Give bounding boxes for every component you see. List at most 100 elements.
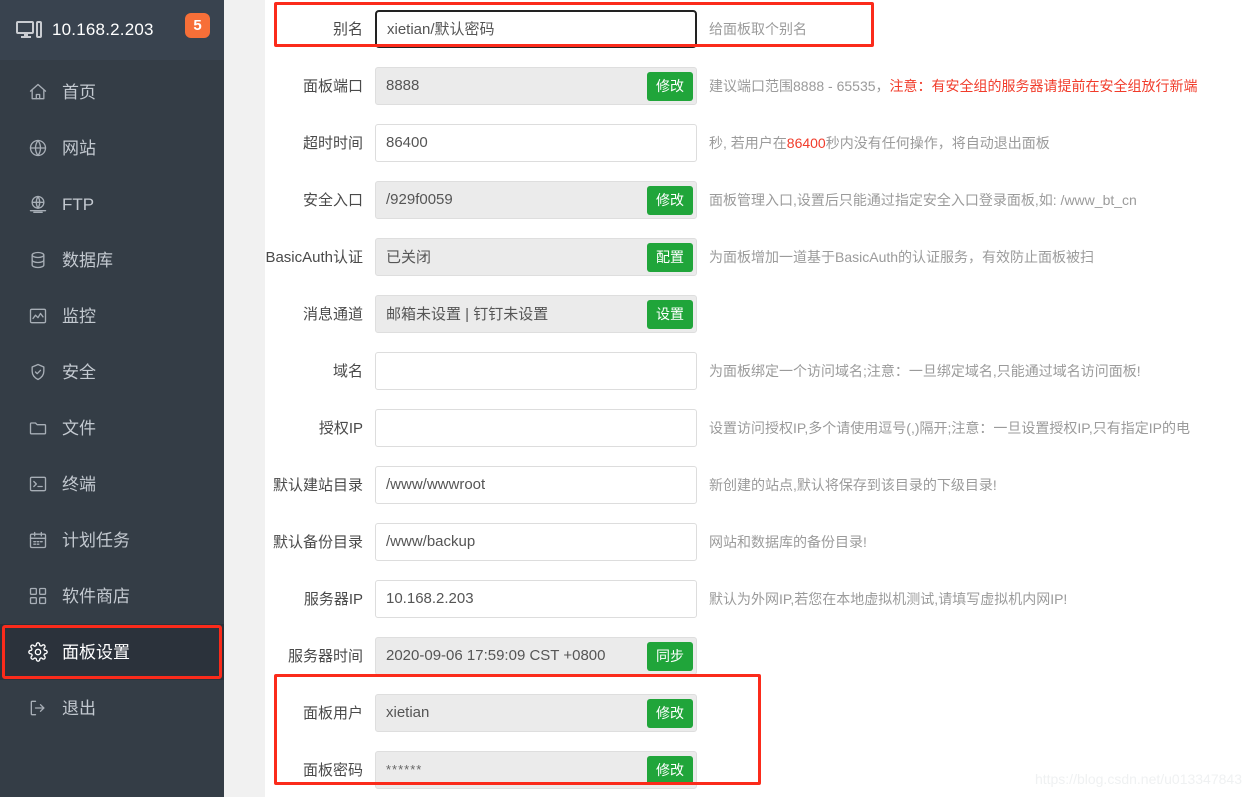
field-value: 2020-09-06 17:59:09 CST +0800: [386, 647, 606, 664]
field-action-button[interactable]: 同步: [647, 641, 693, 671]
sidebar-item-9[interactable]: 软件商店: [0, 568, 224, 624]
field-label: 超时时间: [302, 135, 363, 152]
field-input[interactable]: ****** 修改: [375, 750, 697, 789]
field-value: 8888: [386, 77, 420, 94]
field-label: 服务器IP: [303, 591, 363, 608]
field-label: 默认备份目录: [272, 534, 363, 551]
field-action-button[interactable]: 修改: [647, 71, 693, 101]
hint-text-a: 秒, 若用户在: [709, 134, 787, 151]
sidebar-item-label: 文件: [62, 418, 96, 438]
field-input[interactable]: /929f0059 修改: [375, 180, 697, 219]
field-action-button[interactable]: 修改: [647, 698, 693, 728]
monitor-tower-icon: [16, 20, 42, 40]
watermark-text: https://blog.csdn.net/u013347843: [1034, 771, 1242, 787]
globe-icon: [27, 137, 49, 159]
sidebar-item-label: 监控: [62, 306, 96, 326]
form-row-11: 服务器时间 2020-09-06 17:59:09 CST +0800 同步: [265, 627, 1254, 684]
sidebar-item-label: 数据库: [62, 250, 113, 270]
sidebar-item-label: FTP: [62, 194, 95, 214]
app-root: 10.168.2.203 5 首页网站 FTP 数据库监控安全文件终端计划任务软件商…: [0, 0, 1254, 797]
sidebar-item-4[interactable]: 监控: [0, 288, 224, 344]
database-icon: [27, 249, 49, 271]
field-input[interactable]: /www/wwwroot: [375, 465, 697, 504]
field-label: 面板密码: [302, 762, 363, 779]
sidebar-item-2[interactable]: FTP: [0, 176, 224, 232]
field-action-button[interactable]: 设置: [647, 299, 693, 329]
form-row-13: 面板密码 ****** 修改: [265, 741, 1254, 797]
field-input[interactable]: 已关闭 配置: [375, 237, 697, 276]
field-value: /www/wwwroot: [386, 476, 486, 493]
field-hint: 默认为外网IP,若您在本地虚拟机测试,请填写虚拟机内网IP!: [709, 589, 1254, 609]
sidebar-item-3[interactable]: 数据库: [0, 232, 224, 288]
field-input[interactable]: [375, 408, 697, 447]
sidebar-item-6[interactable]: 文件: [0, 400, 224, 456]
field-input[interactable]: 邮箱未设置 | 钉钉未设置 设置: [375, 294, 697, 333]
field-value: xietian: [386, 704, 430, 721]
field-label: 面板端口: [302, 78, 363, 95]
terminal-icon: [27, 473, 49, 495]
field-input[interactable]: 86400: [375, 123, 697, 162]
field-label: 服务器时间: [287, 648, 363, 665]
form-row-3: 安全入口/929f0059 修改 面板管理入口,设置后只能通过指定安全入口登录面板,…: [265, 171, 1254, 228]
content-gutter: [224, 0, 265, 797]
field-hint: 面板管理入口,设置后只能通过指定安全入口登录面板,如: /www_bt_cn: [709, 190, 1254, 210]
field-input[interactable]: 10.168.2.203: [375, 579, 697, 618]
sidebar-item-8[interactable]: 计划任务: [0, 512, 224, 568]
hint-text-b: 秒内没有任何操作，将自动退出面板: [825, 134, 1050, 151]
form-row-0: 别名 xietian/默认密码 给面板取个别名: [265, 0, 1254, 57]
sidebar-item-label: 安全: [62, 362, 96, 382]
field-value: 10.168.2.203: [386, 590, 474, 607]
field-label: BasicAuth认证: [265, 249, 363, 266]
folder-icon: [27, 417, 49, 439]
field-action-button[interactable]: 配置: [647, 242, 693, 272]
sidebar-item-label: 软件商店: [62, 586, 130, 606]
form-row-8: 默认建站目录/www/wwwroot 新创建的站点,默认将保存到该目录的下级目录!: [265, 456, 1254, 513]
sidebar-item-10[interactable]: 面板设置: [0, 624, 224, 680]
field-hint: 秒, 若用户在86400秒内没有任何操作，将自动退出面板: [709, 133, 1254, 153]
field-input[interactable]: 8888 修改: [375, 66, 697, 105]
ftp-globe-icon: [27, 193, 49, 215]
host-address-label: 10.168.2.203: [52, 20, 154, 39]
hint-text: 默认为外网IP,若您在本地虚拟机测试,请填写虚拟机内网IP!: [709, 590, 1068, 607]
hint-text: 网站和数据库的备份目录!: [709, 533, 867, 550]
hint-text: 给面板取个别名: [709, 20, 807, 37]
sidebar-item-1[interactable]: 网站: [0, 120, 224, 176]
field-action-button[interactable]: 修改: [647, 185, 693, 215]
field-value: ******: [386, 762, 423, 777]
sidebar-item-0[interactable]: 首页: [0, 64, 224, 120]
field-input[interactable]: 2020-09-06 17:59:09 CST +0800 同步: [375, 636, 697, 675]
field-value: 已关闭: [386, 249, 432, 266]
sidebar-item-label: 退出: [62, 698, 96, 718]
sidebar-item-11[interactable]: 退出: [0, 680, 224, 736]
form-row-9: 默认备份目录/www/backup 网站和数据库的备份目录!: [265, 513, 1254, 570]
sidebar-item-label: 终端: [62, 474, 96, 494]
field-input[interactable]: [375, 351, 697, 390]
field-hint: 设置访问授权IP,多个请使用逗号(,)隔开;注意：一旦设置授权IP,只有指定IP…: [709, 418, 1254, 438]
field-input[interactable]: xietian/默认密码: [375, 9, 697, 48]
field-hint: 网站和数据库的备份目录!: [709, 532, 1254, 552]
hint-number: 86400: [786, 134, 826, 151]
sidebar-item-5[interactable]: 安全: [0, 344, 224, 400]
hint-text: 建议端口范围8888 - 65535，: [709, 77, 890, 94]
notification-badge[interactable]: 5: [185, 13, 210, 38]
field-value: /929f0059: [386, 191, 453, 208]
sidebar-item-7[interactable]: 终端: [0, 456, 224, 512]
panel-settings-form: 别名 xietian/默认密码 给面板取个别名 面板端口 8888 修改 建议端口范围888…: [265, 0, 1254, 797]
field-action-button[interactable]: 修改: [647, 755, 693, 785]
field-value: 86400: [386, 134, 428, 151]
hint-text: 为面板增加一道基于BasicAuth的认证服务，有效防止面板被扫: [709, 248, 1095, 265]
hint-warning: 注意：有安全组的服务器请提前在安全组放行新端: [889, 77, 1198, 94]
sidebar: 10.168.2.203 5 首页网站 FTP 数据库监控安全文件终端计划任务软件商…: [0, 0, 224, 797]
field-hint: 给面板取个别名: [709, 19, 1254, 39]
form-row-7: 授权IP 设置访问授权IP,多个请使用逗号(,)隔开;注意：一旦设置授权IP,只有…: [265, 399, 1254, 456]
field-input[interactable]: xietian 修改: [375, 693, 697, 732]
form-row-6: 域名 为面板绑定一个访问域名;注意：一旦绑定域名,只能通过域名访问面板!: [265, 342, 1254, 399]
hint-text: 面板管理入口,设置后只能通过指定安全入口登录面板,如: /www_bt_cn: [709, 191, 1137, 208]
form-row-1: 面板端口 8888 修改 建议端口范围8888 - 65535，注意：有安全组的服务器…: [265, 57, 1254, 114]
sidebar-item-label: 首页: [62, 82, 96, 102]
field-value: xietian/默认密码: [387, 21, 495, 38]
sidebar-item-label: 面板设置: [62, 642, 130, 662]
grid-icon: [27, 585, 49, 607]
field-input[interactable]: /www/backup: [375, 522, 697, 561]
form-row-4: BasicAuth认证 已关闭 配置 为面板增加一道基于BasicAuth的认证服务，…: [265, 228, 1254, 285]
